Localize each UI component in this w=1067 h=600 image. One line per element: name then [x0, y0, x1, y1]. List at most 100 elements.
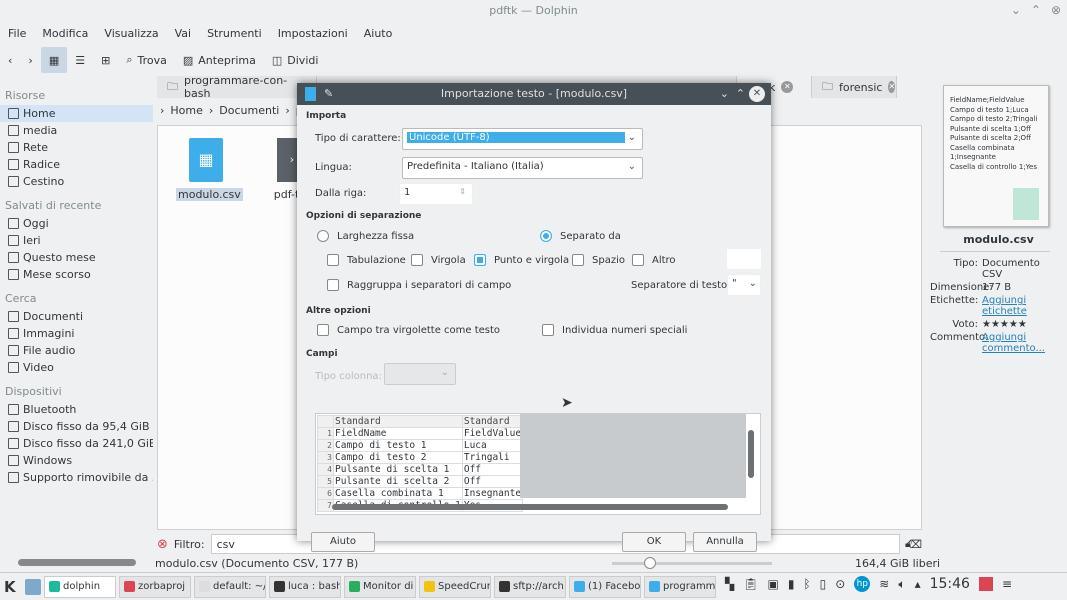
spin-arrows-icon[interactable]: ⇕: [459, 187, 466, 196]
close-filter-icon[interactable]: ⊗: [157, 537, 168, 552]
menu-go[interactable]: Vai: [167, 24, 199, 44]
menu-settings[interactable]: Impostazioni: [270, 24, 356, 44]
bluetooth-icon[interactable]: ᛒ: [803, 577, 810, 591]
crumb-home[interactable]: Home: [170, 104, 202, 117]
minimize-button[interactable]: ⌄: [720, 83, 729, 105]
close-button[interactable]: ⊗: [1051, 3, 1061, 17]
volume-icon[interactable]: 🔈︎: [898, 577, 905, 592]
sidebar-item[interactable]: Windows: [0, 452, 153, 469]
sidebar-item[interactable]: Disco fisso da 241,0 GiB: [0, 435, 153, 452]
column-header[interactable]: Standard: [333, 415, 463, 428]
icons-view-button[interactable]: ▦: [40, 47, 68, 73]
desktop-pager-icon[interactable]: [25, 578, 41, 595]
taskbar-task[interactable]: luca : bash: [269, 575, 341, 598]
crumb-documents[interactable]: Documenti: [219, 104, 279, 117]
wifi-icon[interactable]: ≋: [879, 577, 889, 591]
column-type-select[interactable]: ⌄: [384, 363, 456, 385]
expand-tray-icon[interactable]: ▴: [915, 577, 921, 591]
zoom-slider-handle[interactable]: [644, 557, 656, 569]
pin-icon[interactable]: ✎: [324, 83, 333, 105]
zoom-scrollbar[interactable]: [18, 559, 136, 566]
sidebar-item[interactable]: Documenti: [0, 308, 153, 325]
help-button[interactable]: Aiuto: [311, 532, 375, 552]
fixed-width-radio[interactable]: Larghezza fissa: [317, 230, 414, 242]
menu-edit[interactable]: Modifica: [34, 24, 96, 44]
forward-button[interactable]: ›: [20, 47, 40, 73]
media-icon[interactable]: ⊙: [835, 577, 845, 591]
sidebar-item[interactable]: media: [0, 122, 153, 139]
sidebar-item[interactable]: Home: [0, 105, 153, 122]
sidebar-item[interactable]: Disco fisso da 95,4 GiB: [0, 418, 153, 435]
comma-checkbox[interactable]: Virgola: [411, 254, 466, 266]
cancel-button[interactable]: Annulla: [693, 532, 757, 552]
sidebar-item[interactable]: File audio: [0, 342, 153, 359]
tab-programmare-con-bash[interactable]: 🗀 programmare-con-bash: [157, 74, 317, 100]
calendar-icon[interactable]: [978, 577, 993, 591]
back-button[interactable]: ‹: [0, 47, 20, 73]
close-button[interactable]: ✕: [749, 86, 765, 102]
screenshot-icon[interactable]: ▣: [767, 577, 778, 591]
text-separator-select[interactable]: " ⌄: [727, 274, 761, 296]
taskbar-task[interactable]: default: ~/: [194, 575, 266, 598]
quoted-as-text-checkbox[interactable]: Campo tra virgolette come testo: [317, 324, 500, 336]
taskbar-task[interactable]: programm: [644, 575, 716, 598]
menu-file[interactable]: File: [0, 24, 34, 44]
app-launcher-icon[interactable]: K: [4, 578, 22, 596]
sidebar-item[interactable]: Supporto rimovibile da 59,5 GiB: [0, 469, 153, 486]
other-checkbox[interactable]: Altro: [632, 254, 676, 266]
space-checkbox[interactable]: Spazio: [572, 254, 625, 266]
menu-help[interactable]: Aiuto: [356, 24, 401, 44]
sidebar-item[interactable]: Cestino: [0, 173, 153, 190]
virtual-desktops-icon[interactable]: ▚: [725, 577, 734, 591]
info-link[interactable]: Aggiungi etichette: [982, 295, 1062, 317]
sidebar-item[interactable]: Immagini: [0, 325, 153, 342]
tab-forensic[interactable]: 🗀 forensic ✕: [812, 76, 897, 98]
taskbar-task[interactable]: zorbaproj: [119, 575, 191, 598]
taskbar-task[interactable]: sftp://arch: [494, 575, 566, 598]
vertical-scrollbar[interactable]: [748, 430, 754, 478]
taskbar-task[interactable]: SpeedCrunch: [419, 575, 491, 598]
sidebar-item[interactable]: Radice: [0, 156, 153, 173]
clipboard-icon[interactable]: 📋︎: [743, 577, 758, 591]
taskbar-task[interactable]: (1) Facebook: [569, 575, 641, 598]
compact-view-button[interactable]: ☰: [67, 47, 93, 73]
charset-select[interactable]: Unicode (UTF-8) ⌄: [402, 128, 643, 150]
device-icon[interactable]: ▯: [820, 577, 827, 591]
close-tab-icon[interactable]: ✕: [888, 81, 896, 93]
horizontal-scrollbar[interactable]: [332, 504, 728, 510]
lock-icon[interactable]: 🔓︎: [905, 537, 912, 551]
sidebar-item[interactable]: Rete: [0, 139, 153, 156]
panel-menu-icon[interactable]: ≡: [1002, 577, 1012, 591]
close-tab-icon[interactable]: ✕: [781, 81, 794, 93]
sidebar-item[interactable]: Ieri: [0, 232, 153, 249]
preview-button[interactable]: ▨ Anteprima: [175, 47, 264, 73]
sidebar-item[interactable]: Mese scorso: [0, 266, 153, 283]
find-button[interactable]: ⌕ Trova: [118, 47, 175, 73]
semicolon-checkbox[interactable]: Punto e virgola: [474, 254, 569, 266]
taskbar-task[interactable]: dolphin: [44, 575, 116, 598]
merge-delimiters-checkbox[interactable]: Raggruppa i separatori di campo: [327, 279, 511, 291]
sidebar-item[interactable]: Questo mese: [0, 249, 153, 266]
sidebar-item[interactable]: Bluetooth: [0, 401, 153, 418]
tab-checkbox[interactable]: Tabulazione: [327, 254, 406, 266]
battery-icon[interactable]: ▮: [788, 577, 795, 591]
menu-view[interactable]: Visualizza: [96, 24, 166, 44]
file-item[interactable]: ▦ modulo.csv: [176, 138, 243, 201]
split-button[interactable]: ◫ Dividi: [264, 47, 327, 73]
sidebar-item[interactable]: Video: [0, 359, 153, 376]
clock[interactable]: 15:46: [930, 576, 970, 592]
from-row-spinbox[interactable]: 1 ⇕: [399, 183, 473, 205]
info-link[interactable]: Aggiungi commento...: [982, 332, 1062, 354]
other-separator-input[interactable]: [727, 249, 761, 269]
ok-button[interactable]: OK: [622, 532, 686, 552]
details-view-button[interactable]: ⊞: [93, 47, 118, 73]
sidebar-item[interactable]: Oggi: [0, 215, 153, 232]
detect-special-numbers-checkbox[interactable]: Individua numeri speciali: [542, 324, 687, 336]
language-select[interactable]: Predefinita - Italiano (Italia) ⌄: [402, 157, 643, 179]
taskbar-task[interactable]: Monitor di: [344, 575, 416, 598]
hp-icon[interactable]: hp: [854, 576, 871, 592]
maximize-button[interactable]: ⌃: [1031, 3, 1041, 17]
separated-by-radio[interactable]: Separato da: [540, 230, 621, 242]
menu-tools[interactable]: Strumenti: [199, 24, 270, 44]
column-header[interactable]: Standard: [461, 415, 524, 428]
